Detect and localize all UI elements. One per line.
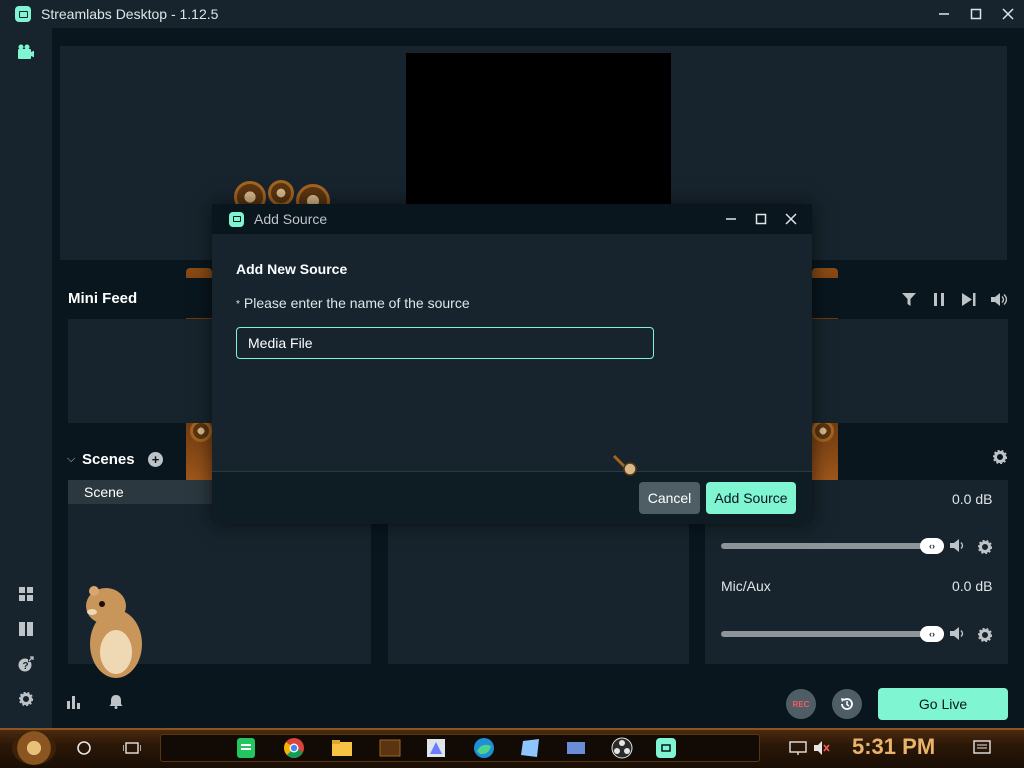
task-view-icon[interactable]	[120, 736, 144, 760]
record-button[interactable]: REC	[786, 689, 816, 719]
title-bar: Streamlabs Desktop - 1.12.5	[0, 0, 1024, 28]
scene-list-item[interactable]: Scene	[68, 480, 213, 504]
volume-slider-handle[interactable]: ‹›	[920, 538, 944, 554]
edge-browser-icon[interactable]	[472, 736, 496, 760]
layout-grid-icon[interactable]	[18, 586, 34, 602]
mixer-channel-level: 0.0 dB	[952, 578, 993, 594]
paint-app-icon[interactable]	[424, 736, 448, 760]
go-live-button[interactable]: Go Live	[878, 688, 1008, 720]
mixer-channel-name: Mic/Aux	[721, 578, 771, 594]
studio-mode-icon[interactable]	[18, 621, 34, 637]
volume-slider[interactable]	[721, 631, 936, 637]
notes-app-icon[interactable]	[518, 736, 542, 760]
source-name-label-text: Please enter the name of the source	[243, 295, 470, 311]
help-icon[interactable]: ?	[18, 656, 34, 672]
decorative-gear-icon	[190, 420, 212, 442]
mute-icon[interactable]	[950, 627, 966, 643]
dialog-close-button[interactable]	[776, 204, 806, 234]
close-icon	[1002, 8, 1014, 20]
window-controls	[928, 0, 1024, 28]
sheets-app-icon[interactable]	[234, 736, 258, 760]
minimize-icon	[939, 13, 949, 15]
source-name-label: * Please enter the name of the source	[236, 295, 470, 311]
mouse-cursor-icon	[612, 454, 637, 476]
decorative-gear-icon	[812, 420, 834, 442]
filter-icon[interactable]	[901, 291, 917, 307]
streamlabs-taskbar-icon[interactable]	[654, 736, 678, 760]
close-icon	[785, 213, 797, 225]
channel-settings-icon[interactable]	[977, 539, 993, 557]
dialog-title-bar: Add Source	[212, 204, 812, 234]
file-explorer-icon[interactable]	[330, 736, 354, 760]
pause-icon[interactable]	[931, 291, 947, 307]
stream-canvas[interactable]	[406, 53, 671, 204]
dialog-maximize-button[interactable]	[746, 204, 776, 234]
search-circle-icon[interactable]	[72, 736, 96, 760]
obs-icon[interactable]	[610, 736, 634, 760]
chevron-down-icon[interactable]: ⌵	[67, 453, 75, 466]
replay-icon	[841, 698, 853, 710]
decorative-gear-icon	[268, 180, 294, 206]
mute-icon[interactable]	[950, 539, 966, 555]
dialog-minimize-button[interactable]	[716, 204, 746, 234]
app-window: Streamlabs Desktop - 1.12.5 ? Mini Feed …	[0, 0, 1024, 768]
keyboard-app-icon[interactable]	[564, 736, 588, 760]
svg-text:?: ?	[23, 661, 29, 672]
side-nav: ?	[0, 28, 52, 728]
maximize-icon	[970, 8, 982, 20]
replay-buffer-button[interactable]	[832, 689, 862, 719]
dialog-heading: Add New Source	[236, 261, 348, 277]
dialog-window-controls	[716, 204, 806, 234]
add-scene-button[interactable]: +	[148, 452, 163, 467]
minimize-icon	[726, 218, 736, 220]
dialog-title: Add Source	[254, 211, 328, 227]
volume-slider[interactable]	[721, 543, 936, 549]
volume-icon[interactable]	[991, 291, 1007, 307]
add-source-button[interactable]: Add Source	[706, 482, 796, 514]
notifications-bell-icon[interactable]	[109, 694, 123, 712]
chrome-icon[interactable]	[282, 736, 306, 760]
required-asterisk-icon: *	[236, 299, 240, 310]
notification-center-icon[interactable]	[970, 736, 994, 760]
scenes-title: Scenes	[82, 451, 135, 468]
window-title: Streamlabs Desktop - 1.12.5	[41, 6, 219, 22]
source-name-input[interactable]	[236, 327, 654, 359]
taskbar-clock[interactable]: 5:31 PM	[852, 734, 935, 760]
add-source-dialog: Add Source Add New Source * Please enter …	[212, 204, 812, 524]
maximize-icon	[755, 213, 767, 225]
maximize-button[interactable]	[960, 0, 992, 28]
mixer-channel-level: 0.0 dB	[952, 491, 993, 507]
performance-stats-icon[interactable]	[67, 696, 81, 712]
mini-feed-title: Mini Feed	[68, 290, 138, 307]
close-button[interactable]	[992, 0, 1024, 28]
speaker-muted-icon[interactable]	[810, 736, 834, 760]
editor-camera-icon[interactable]	[18, 44, 34, 60]
settings-gear-icon[interactable]	[18, 691, 34, 707]
streamlabs-logo-icon	[15, 6, 31, 22]
skip-icon[interactable]	[961, 291, 977, 307]
volume-slider-handle[interactable]: ‹›	[920, 626, 944, 642]
mixer-settings-icon[interactable]	[992, 449, 1008, 467]
streamlabs-logo-icon	[229, 211, 244, 227]
hamster-overlay-image	[86, 586, 142, 678]
channel-settings-icon[interactable]	[977, 627, 993, 645]
game-app-icon[interactable]	[378, 736, 402, 760]
start-button[interactable]	[12, 731, 56, 765]
network-icon[interactable]	[786, 736, 810, 760]
minimize-button[interactable]	[928, 0, 960, 28]
cancel-button[interactable]: Cancel	[639, 482, 700, 514]
